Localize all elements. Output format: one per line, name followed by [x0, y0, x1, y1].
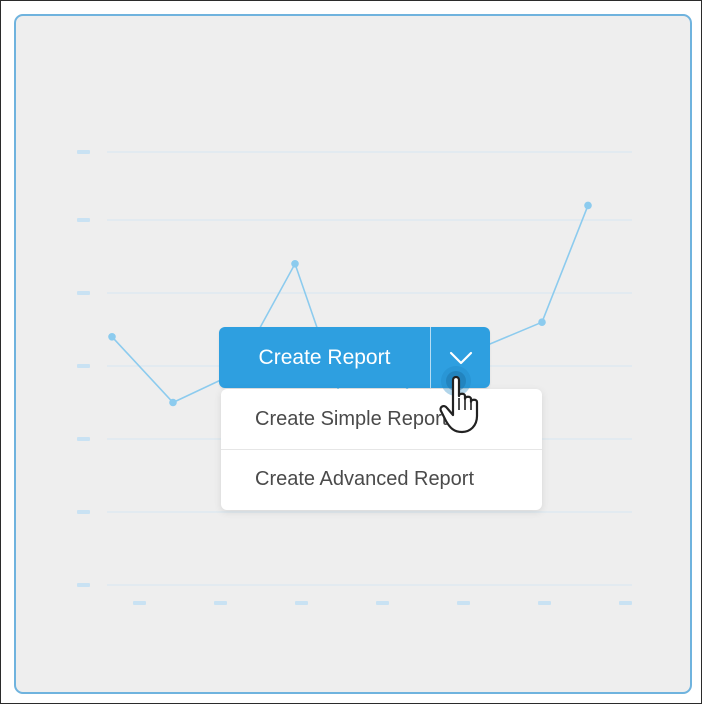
y-tick-placeholder — [77, 437, 90, 441]
data-point — [291, 260, 299, 268]
x-tick-placeholder — [619, 601, 632, 605]
x-tick-placeholder — [295, 601, 308, 605]
data-point — [538, 318, 546, 327]
y-tick-placeholder — [77, 218, 90, 222]
data-point — [108, 333, 116, 341]
y-tick-placeholder — [77, 583, 90, 587]
menu-item-create-advanced-report[interactable]: Create Advanced Report — [221, 449, 542, 509]
y-tick-placeholder — [77, 510, 90, 514]
x-tick-placeholder — [133, 601, 146, 605]
x-tick-placeholder — [376, 601, 389, 605]
y-tick-placeholder — [77, 364, 90, 368]
x-tick-placeholder — [538, 601, 551, 605]
create-report-button[interactable]: Create Report — [219, 327, 430, 388]
data-point — [584, 201, 592, 210]
hand-pointer-icon — [439, 366, 479, 434]
x-tick-placeholder — [457, 601, 470, 605]
y-tick-placeholder — [77, 150, 90, 154]
data-point — [169, 398, 177, 407]
menu-item-create-simple-report[interactable]: Create Simple Report — [221, 389, 542, 449]
y-tick-placeholder — [77, 291, 90, 295]
x-tick-placeholder — [214, 601, 227, 605]
create-report-dropdown-menu: Create Simple Report Create Advanced Rep… — [221, 389, 542, 510]
